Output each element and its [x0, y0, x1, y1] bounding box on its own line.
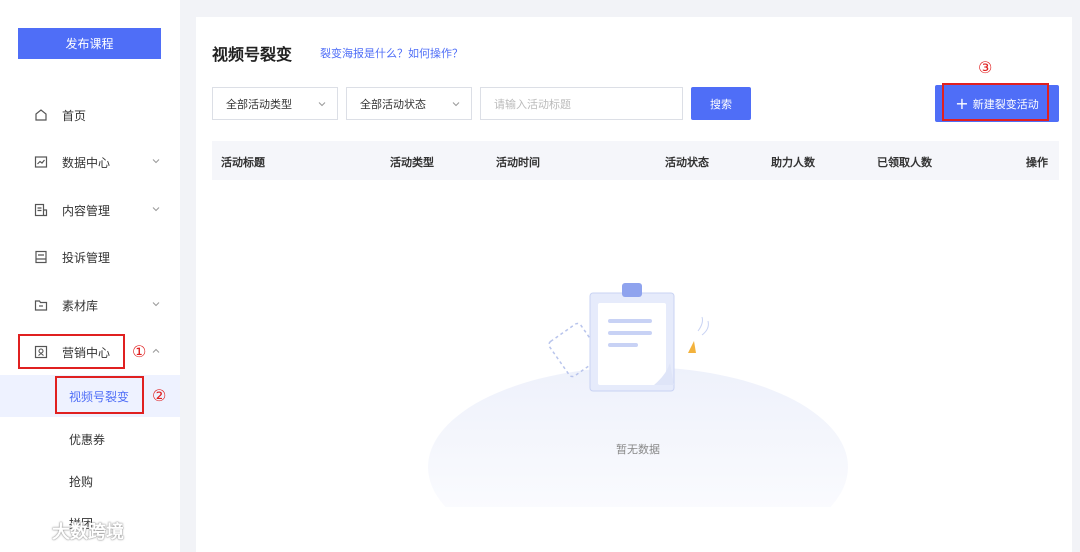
annotation-box-new-activity — [942, 83, 1049, 121]
sidebar: 发布课程 首页 数据中心 内容管理 投诉管理 素材库 营销中心 视频号裂变 优惠… — [0, 0, 180, 552]
annotation-box-marketing — [18, 334, 125, 369]
column-header-time: 活动时间 — [496, 156, 540, 169]
search-button[interactable]: 搜索 — [691, 87, 751, 120]
sidebar-sub-item-flash-sale[interactable]: 抢购 — [0, 460, 180, 502]
column-header-type: 活动类型 — [390, 156, 434, 169]
chevron-down-icon — [152, 159, 160, 164]
sidebar-item-materials[interactable]: 素材库 — [0, 285, 180, 325]
chevron-down-icon — [152, 302, 160, 307]
activity-title-input[interactable]: 请输入活动标题 — [480, 87, 683, 120]
sidebar-item-content[interactable]: 内容管理 — [0, 190, 180, 230]
chevron-down-icon — [452, 102, 460, 107]
chart-icon — [34, 156, 48, 168]
column-header-helpers: 助力人数 — [771, 156, 815, 169]
column-header-status: 活动状态 — [665, 156, 709, 169]
complaint-icon — [35, 250, 47, 264]
watermark: 大数跨境 — [10, 518, 124, 544]
annotation-number-three: ③ — [978, 58, 993, 77]
help-link[interactable]: 裂变海报是什么？如何操作？ — [320, 45, 463, 61]
publish-course-button[interactable]: 发布课程 — [18, 28, 161, 59]
main-panel: 视频号裂变 裂变海报是什么？如何操作？ 全部活动类型 全部活动状态 请输入活动标… — [196, 17, 1072, 552]
page-title: 视频号裂变 — [212, 45, 293, 64]
folder-icon — [34, 300, 48, 311]
activity-status-select[interactable]: 全部活动状态 — [346, 87, 472, 120]
document-icon — [34, 203, 48, 217]
sidebar-sub-item-coupons[interactable]: 优惠券 — [0, 418, 180, 460]
empty-state: 暂无数据 — [428, 267, 848, 552]
sidebar-item-data-center[interactable]: 数据中心 — [0, 142, 180, 182]
sidebar-item-complaints[interactable]: 投诉管理 — [0, 237, 180, 277]
annotation-number-two: ② — [152, 386, 167, 405]
table-header: 活动标题 活动类型 活动时间 活动状态 助力人数 已领取人数 操作 — [212, 141, 1059, 180]
annotation-number-one: ① — [132, 342, 147, 361]
activity-type-select[interactable]: 全部活动类型 — [212, 87, 338, 120]
column-header-claimed: 已领取人数 — [877, 156, 932, 169]
chevron-down-icon — [318, 102, 326, 107]
chevron-down-icon — [152, 207, 160, 212]
chevron-up-icon — [152, 348, 160, 353]
annotation-box-video-fission — [55, 376, 144, 414]
column-header-title: 活动标题 — [221, 156, 265, 169]
empty-clipboard-illustration — [428, 283, 848, 552]
empty-state-text: 暂无数据 — [616, 443, 660, 456]
watermark-logo-icon — [10, 522, 48, 540]
sidebar-item-home[interactable]: 首页 — [0, 95, 180, 135]
column-header-actions: 操作 — [1026, 156, 1048, 169]
home-icon — [35, 109, 47, 121]
